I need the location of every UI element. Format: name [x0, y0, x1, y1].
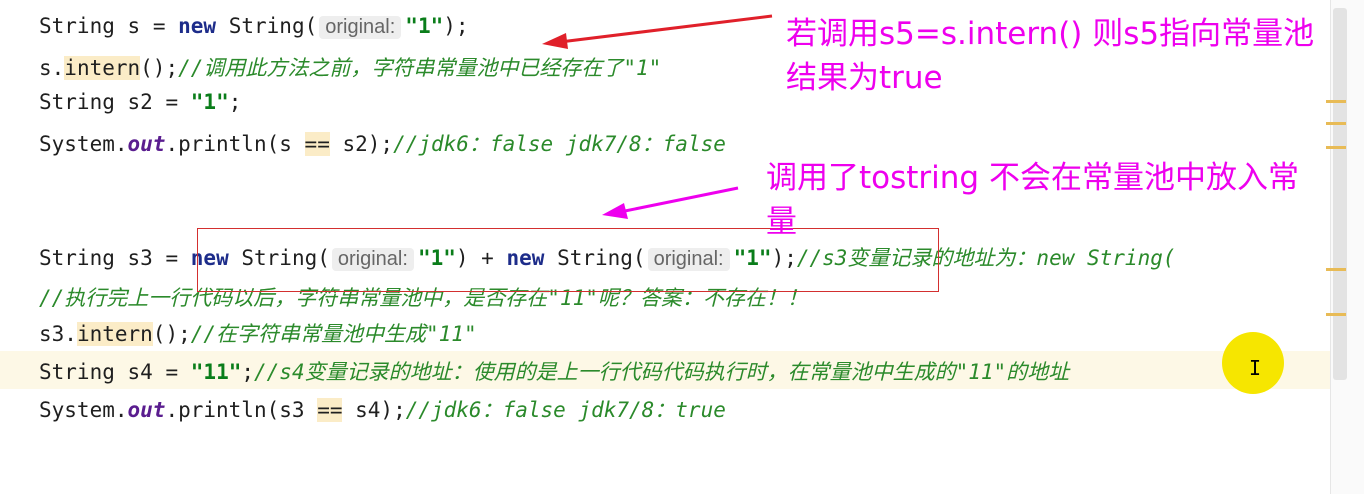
annotation-line: 调用了tostring 不会在常量池中放入常: [766, 160, 1299, 196]
var-token: s2: [127, 90, 153, 114]
ctor-token: String(: [228, 14, 318, 38]
call-token: .println(s: [165, 132, 292, 156]
annotation-line: 结果为true: [786, 60, 943, 96]
comment: //在字符串常量池中生成"11": [190, 322, 477, 346]
annotation-line: 若调用s5=s.intern() 则s5指向常量池: [786, 16, 1315, 52]
out-field: out: [127, 132, 166, 156]
string-literal: "1": [190, 90, 229, 114]
obj-token: s3.: [39, 322, 77, 346]
code-line-7[interactable]: s3.intern();//在字符串常量池中生成"11": [0, 318, 1330, 348]
type-token: String: [39, 246, 115, 270]
var-token: s: [127, 14, 141, 38]
comment: //s4变量记录的地址：使用的是上一行代码代码执行时，在常量池中生成的"11"的…: [254, 360, 1070, 384]
param-hint: original:: [319, 16, 402, 39]
end-token: );: [443, 14, 469, 38]
op-token: =: [165, 246, 179, 270]
end-token: ;: [241, 360, 255, 384]
annotation-text-1: 若调用s5=s.intern() 则s5指向常量池 结果为true: [786, 12, 1314, 100]
method-token: intern: [76, 322, 153, 346]
obj-token: s.: [39, 56, 65, 80]
obj-token: System.: [39, 132, 128, 156]
op-token: =: [165, 360, 179, 384]
end-token: s4);: [355, 398, 406, 422]
end-token: s2);: [342, 132, 394, 156]
code-line-4[interactable]: System.out.println(s == s2);//jdk6：false…: [0, 128, 1330, 158]
gutter-marker: [1326, 313, 1346, 316]
annotation-text-2: 调用了tostring 不会在常量池中放入常 量: [766, 156, 1299, 244]
code-line-9[interactable]: System.out.println(s3 == s4);//jdk6：fals…: [0, 394, 1330, 424]
string-literal: "1": [405, 14, 444, 38]
method-token: intern: [64, 56, 141, 80]
keyword-new: new: [178, 14, 217, 38]
code-line-8[interactable]: String s4 = "11";//s4变量记录的地址：使用的是上一行代码代码…: [0, 356, 1330, 386]
comment: //jdk6：false jdk7/8：false: [393, 132, 726, 156]
var-token: s3: [127, 246, 153, 270]
annotation-line: 量: [766, 204, 797, 240]
call-token: .println(s3: [165, 398, 305, 422]
comment: //jdk6：false jdk7/8：true: [405, 398, 726, 422]
gutter-marker: [1326, 122, 1346, 125]
type-token: String: [39, 14, 115, 38]
type-token: String: [39, 90, 115, 114]
obj-token: System.: [39, 398, 128, 422]
string-literal: "11": [190, 360, 242, 384]
type-token: String: [39, 360, 115, 384]
out-field: out: [127, 398, 166, 422]
comment: //调用此方法之前，字符串常量池中已经存在了"1": [178, 56, 662, 80]
equals-operator: ==: [304, 132, 330, 156]
var-token: s4: [127, 360, 153, 384]
text-cursor-icon: I: [1249, 356, 1262, 380]
scrollbar[interactable]: [1333, 8, 1347, 380]
end-token: ;: [228, 90, 242, 114]
equals-operator: ==: [317, 398, 343, 422]
end-token: ();: [140, 56, 179, 80]
op-token: =: [152, 14, 166, 38]
magenta-arrow: [602, 186, 739, 219]
op-token: =: [165, 90, 179, 114]
end-token: ();: [152, 322, 191, 346]
